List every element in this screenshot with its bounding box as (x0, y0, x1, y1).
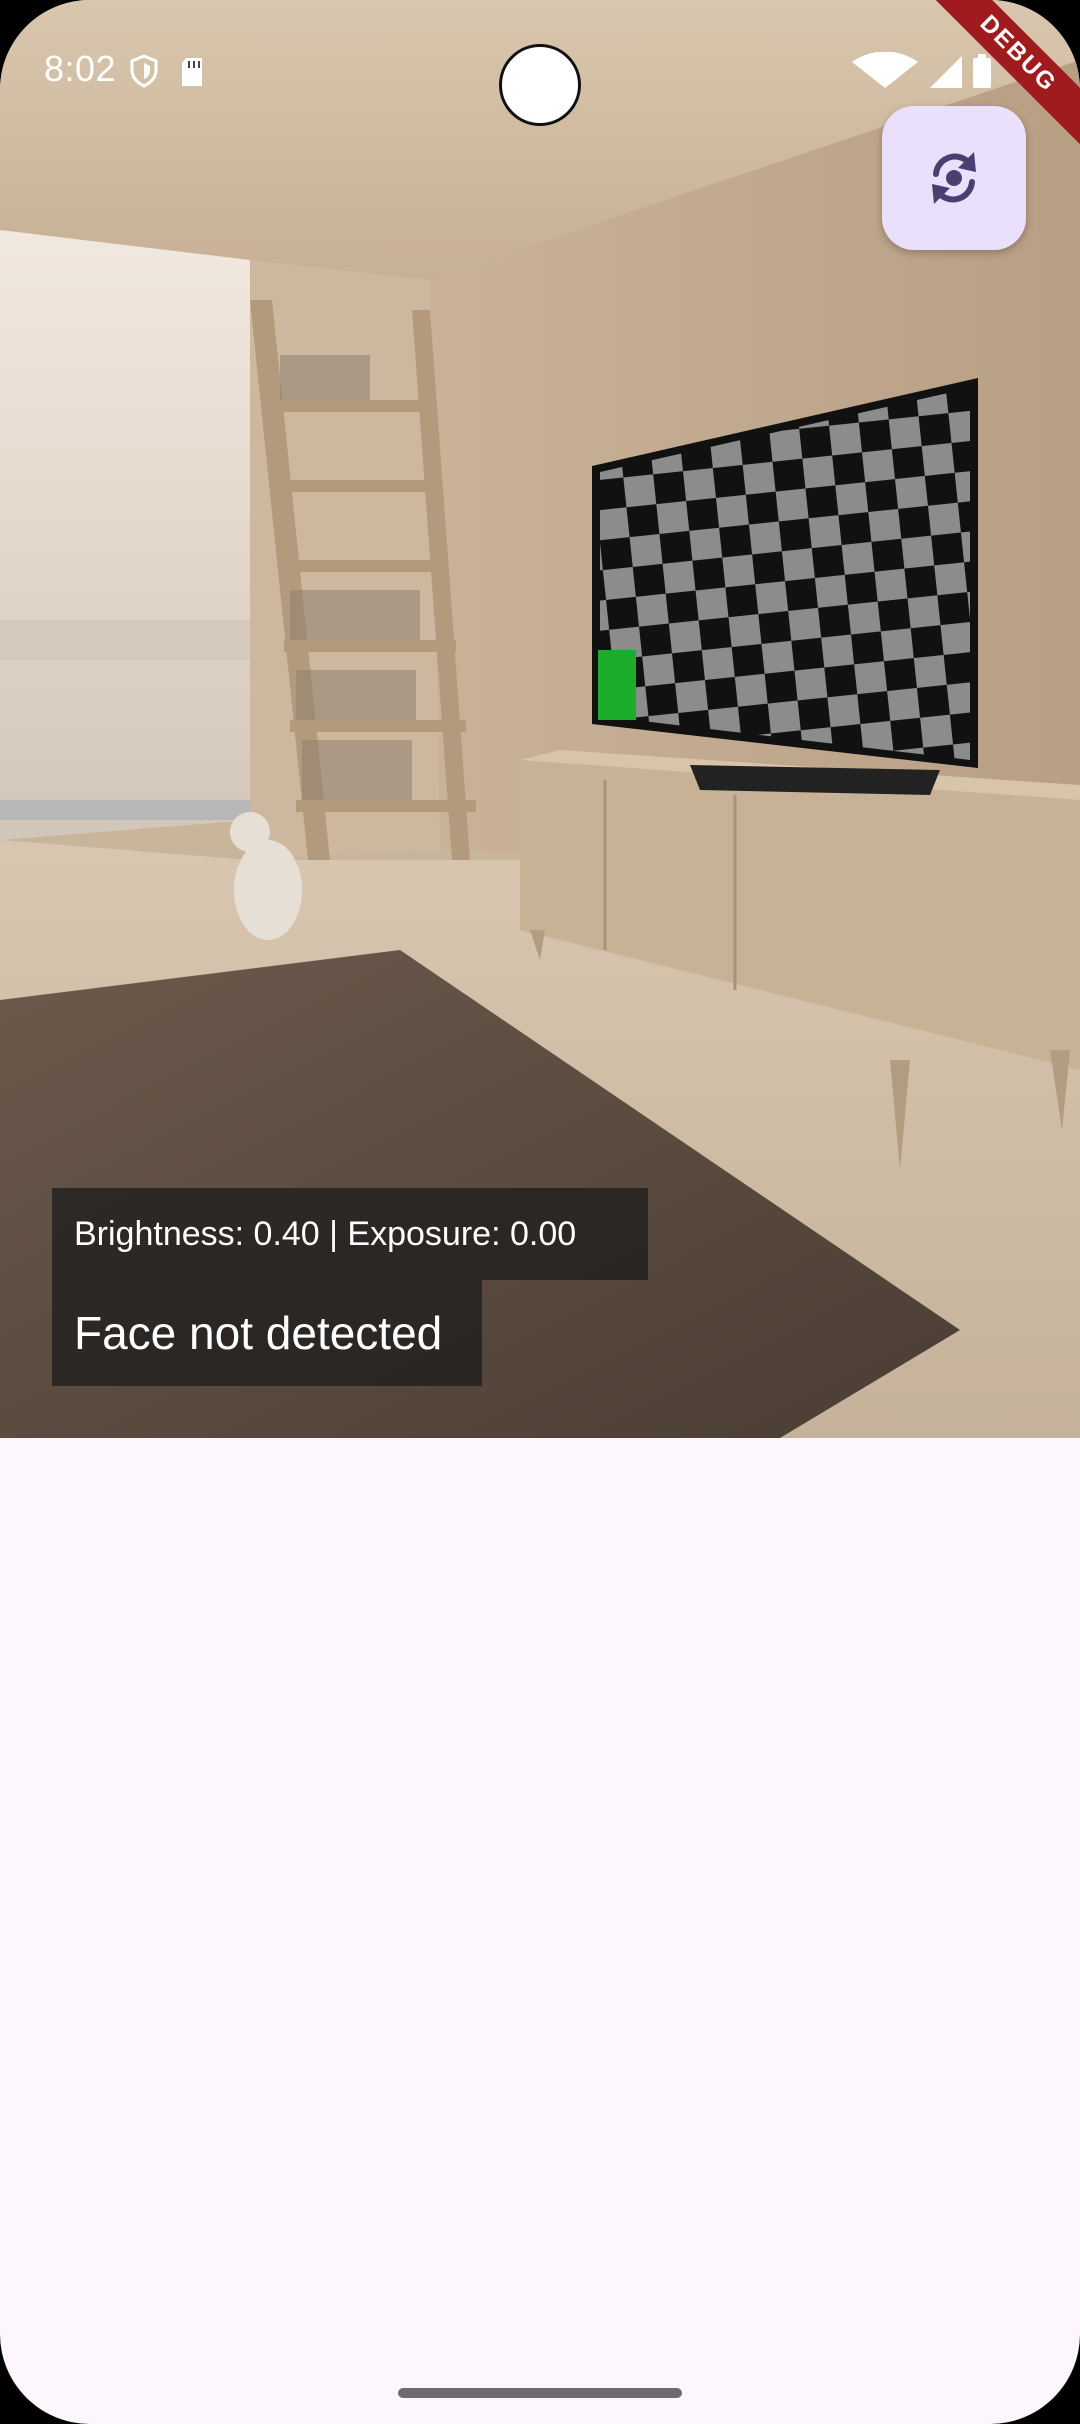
camera-cutout (499, 44, 581, 126)
status-right-icons (850, 51, 1010, 97)
status-left-icons (130, 54, 210, 93)
switch-camera-button[interactable] (882, 106, 1026, 250)
brightness-exposure-label: Brightness: 0.40 | Exposure: 0.00 (52, 1188, 648, 1280)
content-area (0, 1438, 1080, 2424)
app-screen: 8:02 DEBUG Brightness: 0.40 | Exposure: … (0, 0, 1080, 2424)
battery-icon (973, 54, 991, 88)
face-detection-status: Face not detected (52, 1280, 482, 1386)
sd-card-icon (182, 58, 202, 86)
switch-camera-icon (932, 152, 976, 204)
shield-icon (130, 54, 158, 88)
signal-icon (930, 56, 962, 88)
wifi-icon (852, 51, 918, 88)
gesture-nav-handle[interactable] (398, 2388, 682, 2398)
status-time: 8:02 (44, 48, 117, 89)
